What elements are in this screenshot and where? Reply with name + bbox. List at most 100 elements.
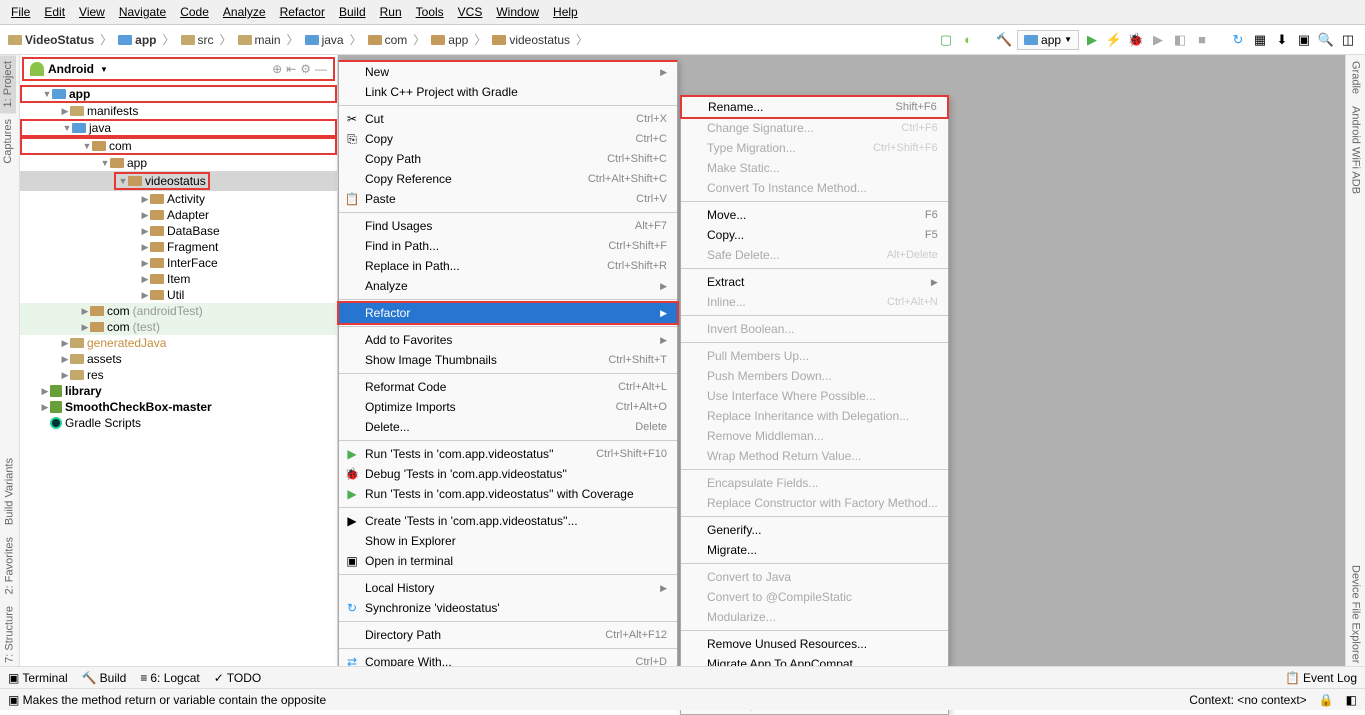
cast-icon[interactable]: ▢ (937, 31, 955, 49)
tree-generated[interactable]: ▶generatedJava (20, 335, 337, 351)
tab-todo[interactable]: ✓ TODO (214, 671, 262, 685)
target-icon[interactable]: ⊕ (272, 62, 282, 76)
menu-refactor[interactable]: Refactor (273, 2, 332, 22)
ctx-copy-ref[interactable]: Copy ReferenceCtrl+Alt+Shift+C (339, 169, 677, 189)
ctx-open-terminal[interactable]: ▣Open in terminal (339, 551, 677, 571)
tab-eventlog[interactable]: 📋 Event Log (1285, 671, 1357, 685)
search-icon[interactable]: 🔍 (1317, 31, 1335, 49)
menu-edit[interactable]: Edit (37, 2, 72, 22)
sync-icon[interactable]: ↻ (1229, 31, 1247, 49)
debug-button[interactable]: 🐞 (1127, 31, 1145, 49)
tree-java[interactable]: ▼java (20, 119, 337, 137)
ctx-replace-in-path[interactable]: Replace in Path...Ctrl+Shift+R (339, 256, 677, 276)
lock-icon[interactable]: 🔒 (1319, 693, 1334, 707)
ctx-show-explorer[interactable]: Show in Explorer (339, 531, 677, 551)
tree-com-test[interactable]: ▶com(test) (20, 319, 337, 335)
tree-videostatus[interactable]: ▼videostatus (20, 171, 337, 191)
menu-analyze[interactable]: Analyze (216, 2, 273, 22)
ctx-dir-path[interactable]: Directory PathCtrl+Alt+F12 (339, 625, 677, 645)
menu-vcs[interactable]: VCS (451, 2, 490, 22)
profile-button[interactable]: ▶ (1149, 31, 1167, 49)
menu-window[interactable]: Window (489, 2, 546, 22)
menu-view[interactable]: View (72, 2, 112, 22)
menu-navigate[interactable]: Navigate (112, 2, 173, 22)
ctx-add-favorites[interactable]: Add to Favorites▶ (339, 330, 677, 350)
project-view-selector[interactable]: Android ▼ ⊕ ⇤ ⚙ — (22, 57, 335, 81)
bc-main[interactable]: main (238, 33, 281, 47)
tree-com[interactable]: ▼com (20, 137, 337, 155)
tab-device-file-explorer[interactable]: Device File Explorer (1346, 559, 1365, 669)
apply-changes-icon[interactable]: ⚡ (1105, 31, 1123, 49)
tab-captures[interactable]: Captures (0, 113, 16, 170)
tab-build-variants[interactable]: Build Variants (0, 452, 19, 531)
tab-wifi-adb[interactable]: Android WiFi ADB (1346, 100, 1365, 200)
bc-java[interactable]: java (305, 33, 344, 47)
ctx-generify[interactable]: Generify... (681, 520, 948, 540)
ctx-copy-path[interactable]: Copy PathCtrl+Shift+C (339, 149, 677, 169)
tree-database[interactable]: ▶DataBase (20, 223, 337, 239)
ctx-local-history[interactable]: Local History▶ (339, 578, 677, 598)
ctx-optimize[interactable]: Optimize ImportsCtrl+Alt+O (339, 397, 677, 417)
avd-icon[interactable]: ▦ (1251, 31, 1269, 49)
ctx-extract[interactable]: Extract▶ (681, 272, 948, 292)
tree-fragment[interactable]: ▶Fragment (20, 239, 337, 255)
ctx-reformat[interactable]: Reformat CodeCtrl+Alt+L (339, 377, 677, 397)
bc-videostatus[interactable]: videostatus (492, 33, 570, 47)
tab-build[interactable]: 🔨 Build (82, 671, 127, 685)
menu-run[interactable]: Run (373, 2, 409, 22)
bc-app[interactable]: app (118, 33, 156, 47)
ctx-remove-unused[interactable]: Remove Unused Resources... (681, 634, 948, 654)
ctx-migrate[interactable]: Migrate... (681, 540, 948, 560)
gear-icon[interactable]: ⚙ (300, 62, 311, 76)
ctx-new[interactable]: New▶ (339, 62, 677, 82)
ctx-rename[interactable]: Rename...Shift+F6 (682, 97, 947, 117)
menu-build[interactable]: Build (332, 2, 373, 22)
ctx-paste[interactable]: 📋PasteCtrl+V (339, 189, 677, 209)
tree-library[interactable]: ▶library (20, 383, 337, 399)
menu-file[interactable]: File (4, 2, 37, 22)
ctx-analyze[interactable]: Analyze▶ (339, 276, 677, 296)
collapse-icon[interactable]: ⇤ (286, 62, 296, 76)
status-context[interactable]: Context: <no context> (1189, 693, 1306, 707)
ctx-debug-tests[interactable]: 🐞Debug 'Tests in 'com.app.videostatus'' (339, 464, 677, 484)
tab-structure[interactable]: 7: Structure (0, 600, 19, 669)
ctx-link-cpp[interactable]: Link C++ Project with Gradle (339, 82, 677, 102)
tree-app[interactable]: ▼app (20, 85, 337, 103)
tree-util[interactable]: ▶Util (20, 287, 337, 303)
ctx-find-in-path[interactable]: Find in Path...Ctrl+Shift+F (339, 236, 677, 256)
tree-com-androidtest[interactable]: ▶com(androidTest) (20, 303, 337, 319)
tree-res[interactable]: ▶res (20, 367, 337, 383)
menu-code[interactable]: Code (173, 2, 216, 22)
tab-favorites[interactable]: 2: Favorites (0, 531, 19, 600)
tree-assets[interactable]: ▶assets (20, 351, 337, 367)
ctx-show-thumbs[interactable]: Show Image ThumbnailsCtrl+Shift+T (339, 350, 677, 370)
tree-adapter[interactable]: ▶Adapter (20, 207, 337, 223)
bc-com[interactable]: com (368, 33, 408, 47)
tree-app-pkg[interactable]: ▼app (20, 155, 337, 171)
tab-gradle[interactable]: Gradle (1346, 55, 1365, 100)
ctx-synchronize[interactable]: ↻Synchronize 'videostatus' (339, 598, 677, 618)
tree-smooth[interactable]: ▶SmoothCheckBox-master (20, 399, 337, 415)
bc-app2[interactable]: app (431, 33, 468, 47)
attach-debugger-icon[interactable]: ◧ (1171, 31, 1189, 49)
panels-icon[interactable]: ◫ (1339, 31, 1357, 49)
hammer-icon[interactable]: 🔨 (995, 31, 1013, 49)
bc-root[interactable]: VideoStatus (8, 33, 94, 47)
menu-tools[interactable]: Tools (409, 2, 451, 22)
ctx-cut[interactable]: ✂CutCtrl+X (339, 109, 677, 129)
status-indicator-icon[interactable]: ◧ (1346, 693, 1357, 707)
ctx-move[interactable]: Move...F6 (681, 205, 948, 225)
ctx-refactor[interactable]: Refactor▶ (337, 301, 679, 325)
tab-project[interactable]: 1: Project (0, 55, 16, 113)
ctx-run-tests[interactable]: ▶Run 'Tests in 'com.app.videostatus''Ctr… (339, 444, 677, 464)
run-button[interactable]: ▶ (1083, 31, 1101, 49)
ctx-find-usages[interactable]: Find UsagesAlt+F7 (339, 216, 677, 236)
tab-terminal[interactable]: ▣ Terminal (8, 671, 68, 685)
tree-item[interactable]: ▶Item (20, 271, 337, 287)
bc-src[interactable]: src (181, 33, 214, 47)
tree-gradle[interactable]: Gradle Scripts (20, 415, 337, 431)
run-config-select[interactable]: app ▼ (1017, 30, 1079, 50)
ctx-run-coverage[interactable]: ▶Run 'Tests in 'com.app.videostatus'' wi… (339, 484, 677, 504)
tab-logcat[interactable]: ≡ 6: Logcat (140, 671, 199, 685)
ctx-delete[interactable]: Delete...Delete (339, 417, 677, 437)
